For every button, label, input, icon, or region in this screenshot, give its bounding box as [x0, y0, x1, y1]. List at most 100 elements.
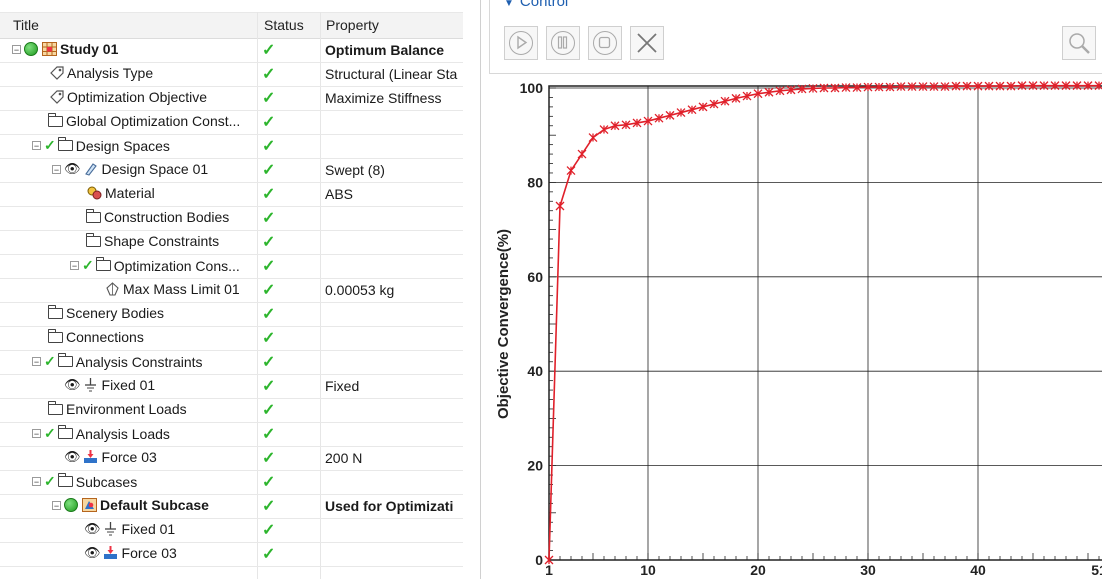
- tree-row[interactable]: Shape Constraints ✓: [0, 230, 463, 255]
- tree-row[interactable]: Material ✓ ABS: [0, 182, 463, 207]
- plot-frame: [548, 85, 1102, 561]
- fixed-constraint-icon: [103, 522, 119, 536]
- tree-row[interactable]: − ✓ Analysis Constraints ✓: [0, 350, 463, 375]
- collapse-toggle-icon[interactable]: −: [32, 141, 41, 151]
- material-icon: [86, 186, 102, 200]
- folder-icon: [48, 112, 63, 127]
- cancel-button[interactable]: [630, 26, 664, 60]
- tree-row[interactable]: Analysis Type ✓ Structural (Linear Sta: [0, 62, 463, 87]
- tree-row-property: Fixed: [325, 378, 360, 394]
- collapse-toggle-icon[interactable]: −: [52, 164, 61, 174]
- check-icon: ✓: [82, 257, 94, 273]
- tree-row[interactable]: Optimization Objective ✓ Maximize Stiffnes…: [0, 86, 463, 111]
- status-check-icon: ✓: [262, 426, 276, 443]
- tree-row[interactable]: − 👁 Design Space 01 ✓ Swept (8): [0, 158, 463, 183]
- tree-row-property: 0.00053 kg: [325, 282, 395, 298]
- tree-row[interactable]: − ✓ Analysis Loads ✓: [0, 422, 463, 447]
- visibility-eye-icon[interactable]: 👁: [84, 545, 101, 561]
- tree-row[interactable]: Scenery Bodies ✓: [0, 302, 463, 327]
- y-axis-label: Objective Convergence(%): [495, 229, 512, 419]
- control-title: Control: [519, 0, 569, 10]
- tree-row[interactable]: − Study 01 ✓ Optimum Balance: [0, 38, 463, 63]
- control-toolbar: ▼ Control: [489, 0, 1102, 74]
- status-check-icon: ✓: [262, 450, 276, 467]
- tree-row[interactable]: 👁 Fixed 01 ✓: [0, 518, 463, 543]
- collapse-toggle-icon[interactable]: −: [32, 357, 41, 367]
- tree-row-label: Design Space 01: [101, 161, 209, 177]
- fixed-constraint-icon: [83, 378, 99, 392]
- check-icon: ✓: [44, 353, 56, 369]
- tag-icon: [48, 66, 64, 80]
- zoom-button[interactable]: [1062, 26, 1096, 60]
- tree-row[interactable]: − Default Subcase ✓ Used for Optimizati: [0, 494, 463, 519]
- visibility-eye-icon[interactable]: 👁: [64, 449, 81, 465]
- tree-row[interactable]: Max Mass Limit 01 ✓ 0.00053 kg: [0, 278, 463, 303]
- collapse-toggle-icon[interactable]: −: [12, 44, 21, 54]
- tree-row[interactable]: 👁 Force 03 ✓: [0, 542, 463, 567]
- tree-row-label: Scenery Bodies: [66, 305, 165, 321]
- zoom-icon: [1069, 33, 1090, 54]
- status-check-icon: ✓: [262, 354, 276, 371]
- tree-row-label: Analysis Loads: [75, 425, 170, 442]
- status-check-icon: ✓: [262, 498, 276, 515]
- visibility-eye-icon[interactable]: 👁: [84, 521, 101, 537]
- tree-row[interactable]: − ✓ Subcases ✓: [0, 470, 463, 495]
- design-space-icon: [83, 162, 99, 176]
- tree-row-label: Global Optimization Const...: [66, 113, 241, 129]
- tree-row[interactable]: Global Optimization Const... ✓: [0, 110, 463, 135]
- x-tick-label: 1: [545, 562, 553, 578]
- folder-icon: [95, 257, 111, 271]
- status-check-icon: ✓: [262, 402, 276, 419]
- y-tick-label: 60: [527, 269, 543, 285]
- tree-row[interactable]: Construction Bodies ✓: [0, 206, 463, 231]
- tree-row[interactable]: − ✓ Optimization Cons... ✓: [0, 254, 463, 279]
- folder-icon: [86, 208, 101, 223]
- status-check-icon: ✓: [262, 234, 276, 251]
- x-tick-label: 10: [640, 562, 656, 578]
- collapse-triangle-icon[interactable]: ▼: [504, 0, 514, 9]
- stop-button[interactable]: [588, 26, 622, 60]
- tree-row[interactable]: 👁 Fixed 01 ✓ Fixed: [0, 374, 463, 399]
- x-tick-label: 40: [970, 562, 986, 578]
- tree-row[interactable]: Connections ✓: [0, 326, 463, 351]
- pause-button[interactable]: [546, 26, 580, 60]
- tag-icon: [48, 90, 64, 104]
- convergence-panel: ▼ Control 0 20 40 60 80 100 1 10 20 30 40 51 Objectiv…: [480, 0, 1102, 579]
- check-icon: ✓: [44, 473, 56, 489]
- status-check-icon: ✓: [262, 138, 276, 155]
- tree-row-property: Maximize Stiffness: [325, 90, 442, 106]
- status-check-icon: ✓: [262, 162, 276, 179]
- status-check-icon: ✓: [262, 330, 276, 347]
- folder-icon: [57, 425, 73, 439]
- tree-row[interactable]: − ✓ Design Spaces ✓: [0, 134, 463, 159]
- header-status[interactable]: Status: [264, 17, 304, 33]
- folder-icon: [48, 304, 63, 319]
- tree-row-label: Design Spaces: [75, 137, 170, 154]
- x-tick-label: 20: [750, 562, 766, 578]
- tree-row[interactable]: Environment Loads ✓: [0, 398, 463, 423]
- pause-icon: [551, 31, 575, 55]
- collapse-toggle-icon[interactable]: −: [32, 477, 41, 487]
- header-property[interactable]: Property: [326, 17, 379, 33]
- tree-row-label: Force 03: [101, 449, 157, 465]
- visibility-eye-icon[interactable]: 👁: [64, 161, 81, 177]
- tree-row-property: Swept (8): [325, 162, 385, 178]
- collapse-toggle-icon[interactable]: −: [70, 261, 79, 271]
- tree-row-label: Max Mass Limit 01: [123, 281, 240, 297]
- status-check-icon: ✓: [262, 378, 276, 395]
- collapse-toggle-icon[interactable]: −: [52, 500, 61, 510]
- visibility-eye-icon[interactable]: 👁: [64, 377, 81, 393]
- force-load-icon: [103, 546, 119, 560]
- header-title[interactable]: Title: [13, 17, 39, 33]
- tree-row-label: Optimization Objective: [67, 89, 208, 105]
- status-check-icon: ✓: [262, 306, 276, 323]
- control-section-header[interactable]: ▼ Control: [504, 0, 568, 10]
- x-tick-label: 51: [1091, 562, 1102, 578]
- collapse-toggle-icon[interactable]: −: [32, 429, 41, 439]
- tree-row-label: Fixed 01: [121, 521, 176, 537]
- play-button[interactable]: [504, 26, 538, 60]
- convergence-chart: 0 20 40 60 80 100 1 10 20 30 40 51 Objective Converg…: [495, 80, 1102, 578]
- y-tick-label: 0: [535, 552, 543, 568]
- y-tick-label: 100: [520, 80, 544, 96]
- tree-row[interactable]: 👁 Force 03 ✓ 200 N: [0, 446, 463, 471]
